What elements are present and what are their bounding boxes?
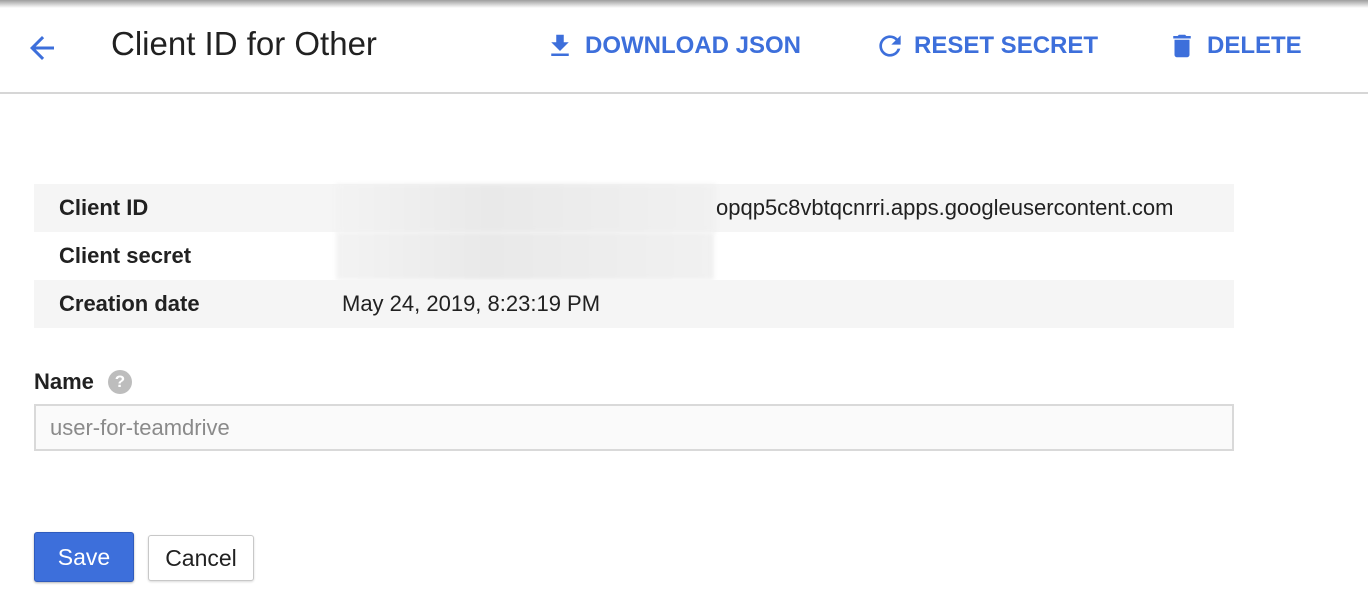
- cancel-button[interactable]: Cancel: [148, 535, 254, 581]
- creation-date-row: Creation date May 24, 2019, 8:23:19 PM: [34, 280, 1234, 328]
- client-secret-row: Client secret: [34, 232, 1234, 280]
- trash-icon: [1173, 34, 1191, 58]
- redacted-area: [336, 232, 714, 280]
- client-id-value: opqp5c8vbtqcnrri.apps.googleusercontent.…: [716, 195, 1174, 220]
- delete-label: DELETE: [1207, 32, 1302, 59]
- download-json-button[interactable]: DOWNLOAD JSON: [545, 28, 801, 64]
- creation-date-value: May 24, 2019, 8:23:19 PM: [342, 291, 601, 316]
- client-id-label: Client ID: [59, 195, 149, 220]
- reset-secret-button[interactable]: RESET SECRET: [874, 28, 1098, 64]
- reset-secret-label: RESET SECRET: [914, 32, 1099, 59]
- creation-date-label: Creation date: [59, 291, 200, 316]
- refresh-icon: [879, 35, 901, 57]
- save-button[interactable]: Save: [34, 532, 134, 582]
- download-json-label: DOWNLOAD JSON: [585, 32, 801, 59]
- back-button[interactable]: [18, 24, 66, 72]
- name-label-text: Name: [34, 369, 94, 394]
- redacted-area: [336, 184, 716, 232]
- download-icon: [551, 34, 569, 56]
- client-id-row: Client ID opqp5c8vbtqcnrri.apps.googleus…: [34, 184, 1234, 232]
- name-field-label: Name ?: [34, 369, 132, 395]
- client-secret-label: Client secret: [59, 243, 192, 268]
- page-title: Client ID for Other: [111, 25, 377, 62]
- help-icon[interactable]: ?: [107, 370, 132, 394]
- page-header: Client ID for Other DOWNLOAD JSON RESET …: [0, 0, 1368, 94]
- credential-details: Client ID opqp5c8vbtqcnrri.apps.googleus…: [34, 184, 1234, 328]
- delete-button[interactable]: DELETE: [1167, 28, 1302, 64]
- name-input[interactable]: [34, 404, 1234, 451]
- arrow-back-icon: [30, 36, 54, 60]
